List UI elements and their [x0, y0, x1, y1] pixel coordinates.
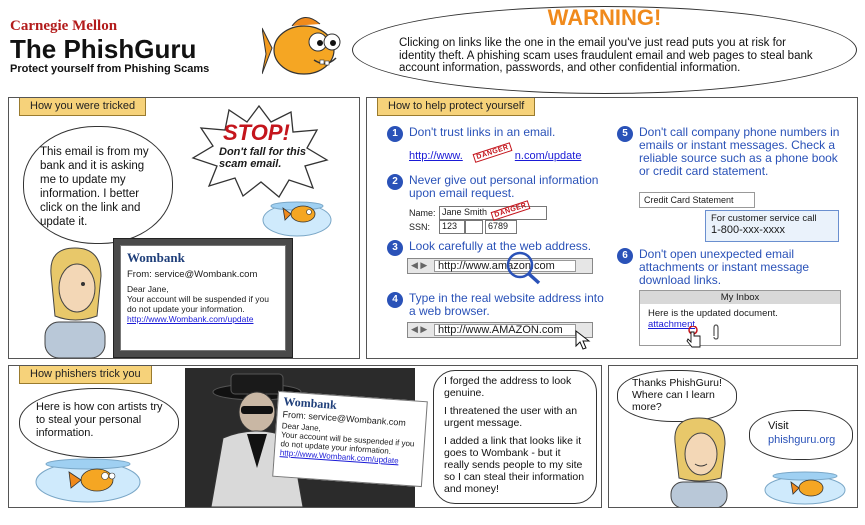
- address-bar-3[interactable]: ◀ ▶ http://www.amazon.com: [407, 258, 593, 274]
- panel-tab-protect: How to help protect yourself: [377, 98, 536, 116]
- thanks-text: Thanks PhishGuru! Where can I learn more…: [632, 377, 722, 413]
- confession-3: I added a link that looks like it goes t…: [444, 435, 585, 495]
- hand-pointer-icon: [686, 326, 701, 348]
- inbox-window: My Inbox Here is the updated document. a…: [639, 290, 841, 346]
- confession-2: I threatened the user with an urgent mes…: [444, 405, 578, 429]
- paperclip-icon: [713, 324, 719, 340]
- tip-2-number: 2: [387, 174, 403, 190]
- visit-bubble: Visit phishguru.org: [749, 410, 853, 460]
- ssn-field-1[interactable]: 123: [439, 220, 465, 234]
- guru-bubble-text: Here is how con artists try to steal you…: [36, 401, 163, 439]
- cc-phone: 1-800-xxx-xxxx: [711, 224, 785, 236]
- email-brand: Wombank: [127, 250, 185, 265]
- email-body: Your account will be suspended if you do…: [127, 294, 269, 314]
- stop-text: Don't fall for this scam email.: [219, 146, 306, 170]
- woman-avatar: [670, 417, 728, 507]
- nav-arrows-icon[interactable]: ◀ ▶: [411, 260, 427, 271]
- nav-arrows-icon[interactable]: ◀ ▶: [411, 324, 427, 335]
- woman-avatar: [44, 247, 106, 358]
- cursor-arrow-icon: [575, 330, 591, 350]
- cc-title: Credit Card Statement: [644, 195, 734, 205]
- thought-text: This email is from my bank and it is ask…: [40, 146, 149, 228]
- panel-how-you-were-tricked: How you were tricked This email is from …: [8, 97, 360, 359]
- email-window: Wombank From: service@Wombank.com Dear J…: [120, 245, 286, 351]
- cmu-logo-text: Carnegie Mellon: [10, 18, 118, 34]
- tip-6-text: Don't open unexpected email attachments …: [639, 247, 810, 287]
- thought-bubble: This email is from my bank and it is ask…: [23, 126, 173, 244]
- panel-how-to-protect: How to help protect yourself 1 Don't tru…: [366, 97, 858, 359]
- monitor: Wombank From: service@Wombank.com Dear J…: [113, 238, 293, 358]
- tip-4-text: Type in the real website address into a …: [409, 291, 604, 318]
- name-field-label: Name:: [409, 208, 436, 218]
- fishbowl-icon: [262, 201, 332, 237]
- fishbowl-icon: [764, 471, 846, 505]
- page-subtitle: Protect yourself from Phishing Scams: [10, 63, 210, 75]
- page-title: The PhishGuru: [10, 34, 197, 64]
- address-bar-4[interactable]: ◀ ▶ http://www.AMAZON.com: [407, 322, 593, 338]
- warning-text: Clicking on links like the one in the em…: [399, 37, 813, 74]
- tip-3-number: 3: [387, 240, 403, 256]
- thanks-bubble: Thanks PhishGuru! Where can I learn more…: [617, 370, 737, 422]
- address-field-4[interactable]: http://www.AMAZON.com: [434, 324, 576, 336]
- header: Carnegie Mellon The PhishGuru Protect yo…: [10, 18, 260, 98]
- tip-2-text: Never give out personal information upon…: [409, 173, 599, 200]
- tip-1-link-end: n.com/update: [514, 150, 582, 162]
- inbox-body: Here is the updated document.: [648, 308, 778, 319]
- ssn-field-label: SSN:: [409, 222, 431, 232]
- panel-thanks: Thanks PhishGuru! Where can I learn more…: [608, 365, 858, 508]
- tip-4-number: 4: [387, 292, 403, 308]
- ssn-field-3[interactable]: 6789: [485, 220, 517, 234]
- inbox-title: My Inbox: [640, 291, 840, 304]
- warning-bubble: WARNING! Clicking on links like the one …: [352, 6, 857, 94]
- cc-callout: For customer service call 1-800-xxx-xxxx: [705, 210, 839, 242]
- inbox-attachment[interactable]: attachment: [640, 319, 840, 330]
- email-from: From: service@Wombank.com: [127, 269, 258, 280]
- tip-1-text: Don't trust links in an email.: [409, 125, 556, 139]
- tip-3: 3 Look carefully at the web address.: [387, 240, 617, 256]
- tip-6-number: 6: [617, 248, 633, 264]
- credit-card-statement: Credit Card Statement: [639, 192, 755, 208]
- magnifier-icon: [506, 251, 541, 285]
- confession-1: I forged the address to look genuine.: [444, 375, 572, 399]
- fishbowl-icon: [35, 458, 141, 503]
- stop-title: STOP!: [223, 120, 290, 145]
- visit-link[interactable]: phishguru.org: [768, 433, 835, 447]
- tip-5-number: 5: [617, 126, 633, 142]
- panel-how-phishers-trick: How phishers trick you Here is how con a…: [8, 365, 602, 508]
- tip-5-text: Don't call company phone numbers in emai…: [639, 125, 840, 178]
- email-link[interactable]: http://www.Wombank.com/update: [127, 314, 279, 324]
- tip-4: 4 Type in the real website address into …: [387, 292, 607, 320]
- tip-6: 6 Don't open unexpected email attachment…: [617, 248, 849, 288]
- ssn-field-2[interactable]: [465, 220, 483, 234]
- cc-line: For customer service call: [711, 213, 817, 224]
- tip-1: 1 Don't trust links in an email.: [387, 126, 587, 142]
- phishguru-fish-icon: [262, 17, 341, 75]
- confession-bubble: I forged the address to look genuine. I …: [433, 370, 597, 504]
- phisher-email-window: Wombank From: service@Wombank.com Dear J…: [272, 390, 428, 488]
- panel-tab-tricked: How you were tricked: [19, 98, 147, 116]
- tip-1-link-start: http://www.: [409, 150, 463, 162]
- tip-2: 2 Never give out personal information up…: [387, 174, 607, 204]
- tip-3-text: Look carefully at the web address.: [409, 239, 592, 253]
- tip-1-number: 1: [387, 126, 403, 142]
- panel-tab-phishers: How phishers trick you: [19, 366, 152, 384]
- warning-title: WARNING!: [547, 5, 662, 30]
- guru-bubble: Here is how con artists try to steal you…: [19, 388, 179, 458]
- visit-text: Visit: [768, 420, 789, 432]
- tip-5: 5 Don't call company phone numbers in em…: [617, 126, 849, 190]
- email-greeting: Dear Jane,: [127, 284, 169, 294]
